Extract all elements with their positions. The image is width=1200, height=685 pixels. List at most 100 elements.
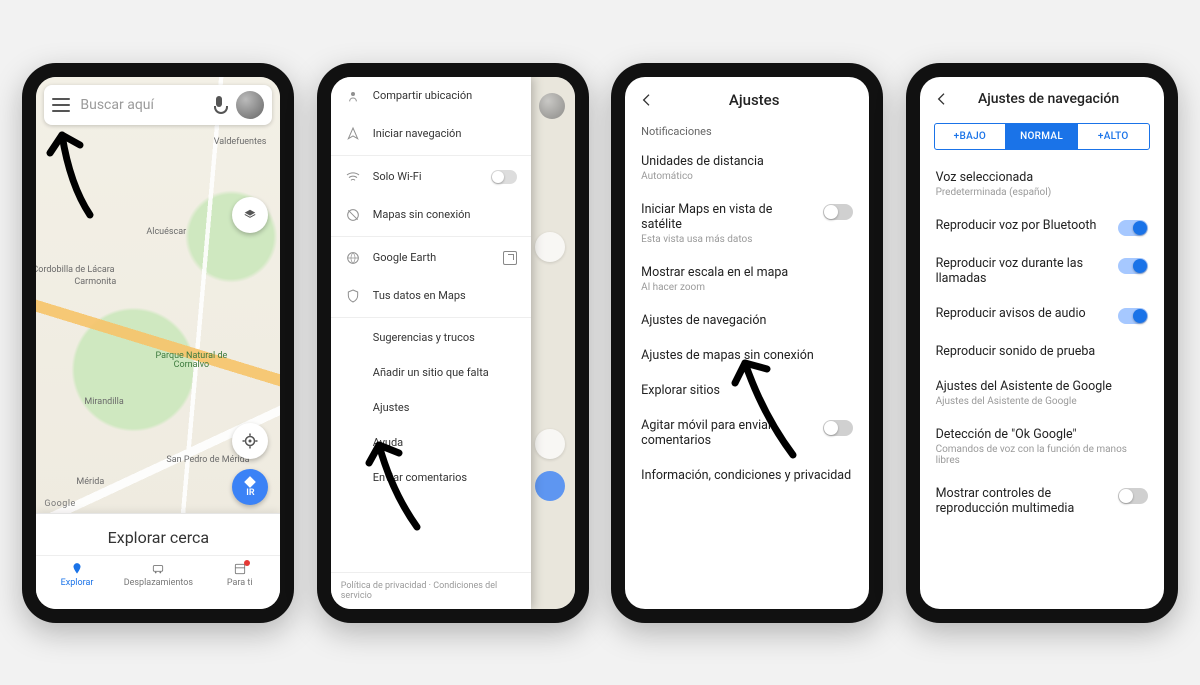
- setting-ok-google[interactable]: Detección de "Ok Google"Comandos de voz …: [920, 417, 1164, 476]
- page-title: Ajustes de navegación: [948, 91, 1150, 107]
- section-label: Notificaciones: [625, 119, 869, 144]
- map-label: Carmonita: [74, 277, 116, 287]
- external-icon: [503, 251, 517, 265]
- setting-media-controls[interactable]: Mostrar controles de reproducción multim…: [920, 476, 1164, 526]
- drawer-item-offline[interactable]: Mapas sin conexión: [331, 196, 531, 234]
- search-placeholder[interactable]: Buscar aquí: [80, 97, 202, 113]
- toggle-switch[interactable]: [491, 170, 517, 184]
- badge-dot: [244, 560, 250, 566]
- nav-drawer[interactable]: Compartir ubicación Iniciar navegación S…: [331, 77, 531, 609]
- setting-bluetooth-voice[interactable]: Reproducir voz por Bluetooth: [920, 208, 1164, 246]
- map-label-park: Parque Natural de Cornalvo: [146, 352, 236, 372]
- drawer-item-earth[interactable]: Google Earth: [331, 239, 531, 277]
- google-logo: Google: [44, 499, 75, 509]
- setting-show-scale[interactable]: Mostrar escala en el mapaAl hacer zoom: [625, 255, 869, 303]
- setting-voice-during-calls[interactable]: Reproducir voz durante las llamadas: [920, 246, 1164, 296]
- tab-commute[interactable]: Desplazamientos: [118, 556, 199, 592]
- drawer-item-wifi-only[interactable]: Solo Wi-Fi: [331, 158, 531, 196]
- setting-voice[interactable]: Voz seleccionada Predeterminada (español…: [920, 160, 1164, 208]
- setting-title: Iniciar Maps en vista de satélite: [641, 202, 813, 232]
- directions-button: [535, 471, 565, 501]
- drawer-label: Solo Wi-Fi: [373, 170, 422, 183]
- wifi-icon: [345, 169, 361, 185]
- volume-high[interactable]: +ALTO: [1077, 124, 1149, 149]
- setting-sub: Predeterminada (español): [936, 187, 1148, 198]
- setting-shake-feedback[interactable]: Agitar móvil para enviar comentarios: [625, 408, 869, 458]
- drawer-item-share-location[interactable]: Compartir ubicación: [331, 77, 531, 115]
- search-bar[interactable]: Buscar aquí: [44, 85, 272, 125]
- tab-label: Desplazamientos: [124, 578, 193, 588]
- locate-button[interactable]: [232, 423, 268, 459]
- volume-segmented[interactable]: +BAJO NORMAL +ALTO: [934, 123, 1150, 150]
- screen-map: Valdefuentes Alcuéscar Carmonita Cordobi…: [36, 77, 280, 609]
- setting-navigation[interactable]: Ajustes de navegación: [625, 303, 869, 338]
- go-label: IR: [246, 489, 254, 498]
- locate-button: [535, 429, 565, 459]
- setting-sub: Automático: [641, 171, 853, 182]
- setting-sub: Comandos de voz con la función de manos …: [936, 444, 1148, 466]
- avatar[interactable]: [236, 91, 264, 119]
- bottom-tabs: Explorar Desplazamientos Para ti: [36, 555, 280, 592]
- map-label: Mérida: [76, 477, 104, 487]
- directions-button[interactable]: IR: [232, 469, 268, 505]
- setting-title: Información, condiciones y privacidad: [641, 468, 853, 483]
- setting-audio-alerts[interactable]: Reproducir avisos de audio: [920, 296, 1164, 334]
- setting-distance-units[interactable]: Unidades de distanciaAutomático: [625, 144, 869, 192]
- setting-satellite[interactable]: Iniciar Maps en vista de satéliteEsta vi…: [625, 192, 869, 255]
- toggle-switch[interactable]: [1118, 220, 1148, 236]
- toggle-switch[interactable]: [1118, 258, 1148, 274]
- mic-icon[interactable]: [212, 96, 226, 114]
- drawer-item-tips[interactable]: Sugerencias y trucos: [331, 320, 531, 355]
- directions-icon: [243, 475, 257, 489]
- map-label: Cordobilla de Lácara: [36, 265, 92, 275]
- setting-test-sound[interactable]: Reproducir sonido de prueba: [920, 334, 1164, 369]
- drawer-item-feedback[interactable]: Enviar comentarios: [331, 460, 531, 495]
- drawer-label: Compartir ubicación: [373, 89, 472, 102]
- volume-normal[interactable]: NORMAL: [1005, 124, 1077, 149]
- locate-icon: [241, 432, 259, 450]
- setting-title: Ajustes de navegación: [641, 313, 853, 328]
- setting-offline-maps[interactable]: Ajustes de mapas sin conexión: [625, 338, 869, 373]
- setting-title: Reproducir voz durante las llamadas: [936, 256, 1108, 286]
- tab-for-you[interactable]: Para ti: [199, 556, 280, 592]
- layers-button: [535, 232, 565, 262]
- map-label: Valdefuentes: [214, 137, 267, 147]
- toggle-switch[interactable]: [823, 420, 853, 436]
- drawer-label: Mapas sin conexión: [373, 208, 471, 221]
- page-title: Ajustes: [653, 91, 855, 109]
- setting-title: Agitar móvil para enviar comentarios: [641, 418, 813, 448]
- drawer-item-add-place[interactable]: Añadir un sitio que falta: [331, 355, 531, 390]
- layers-button[interactable]: [232, 197, 268, 233]
- menu-icon[interactable]: [52, 98, 70, 112]
- drawer-item-settings[interactable]: Ajustes: [331, 390, 531, 425]
- screen-drawer: Compartir ubicación Iniciar navegación S…: [331, 77, 575, 609]
- map-label: Alcuéscar: [146, 227, 186, 237]
- toggle-switch[interactable]: [1118, 488, 1148, 504]
- drawer-item-start-nav[interactable]: Iniciar navegación: [331, 115, 531, 153]
- tab-explore[interactable]: Explorar: [36, 556, 117, 592]
- setting-title: Mostrar escala en el mapa: [641, 265, 853, 280]
- setting-assistant[interactable]: Ajustes del Asistente de GoogleAjustes d…: [920, 369, 1164, 417]
- share-location-icon: [345, 88, 361, 104]
- volume-low[interactable]: +BAJO: [935, 124, 1006, 149]
- phone-3: Ajustes Notificaciones Unidades de dista…: [611, 63, 883, 623]
- avatar: [539, 93, 565, 119]
- drawer-item-your-data[interactable]: Tus datos en Maps: [331, 277, 531, 315]
- setting-explore-places[interactable]: Explorar sitios: [625, 373, 869, 408]
- toggle-switch[interactable]: [823, 204, 853, 220]
- phone-4: Ajustes de navegación +BAJO NORMAL +ALTO…: [906, 63, 1178, 623]
- setting-info-terms[interactable]: Información, condiciones y privacidad: [625, 458, 869, 493]
- offline-icon: [345, 207, 361, 223]
- setting-title: Voz seleccionada: [936, 170, 1148, 185]
- earth-icon: [345, 250, 361, 266]
- setting-title: Ajustes del Asistente de Google: [936, 379, 1148, 394]
- drawer-label: Google Earth: [373, 251, 436, 264]
- setting-title: Explorar sitios: [641, 383, 853, 398]
- appbar: Ajustes de navegación: [920, 77, 1164, 117]
- drawer-footer[interactable]: Política de privacidad · Condiciones del…: [331, 572, 531, 609]
- drawer-item-help[interactable]: Ayuda: [331, 425, 531, 460]
- drawer-label: Tus datos en Maps: [373, 289, 466, 302]
- toggle-switch[interactable]: [1118, 308, 1148, 324]
- explore-sheet[interactable]: Explorar cerca Explorar Desplazamientos …: [36, 513, 280, 609]
- setting-title: Reproducir voz por Bluetooth: [936, 218, 1108, 233]
